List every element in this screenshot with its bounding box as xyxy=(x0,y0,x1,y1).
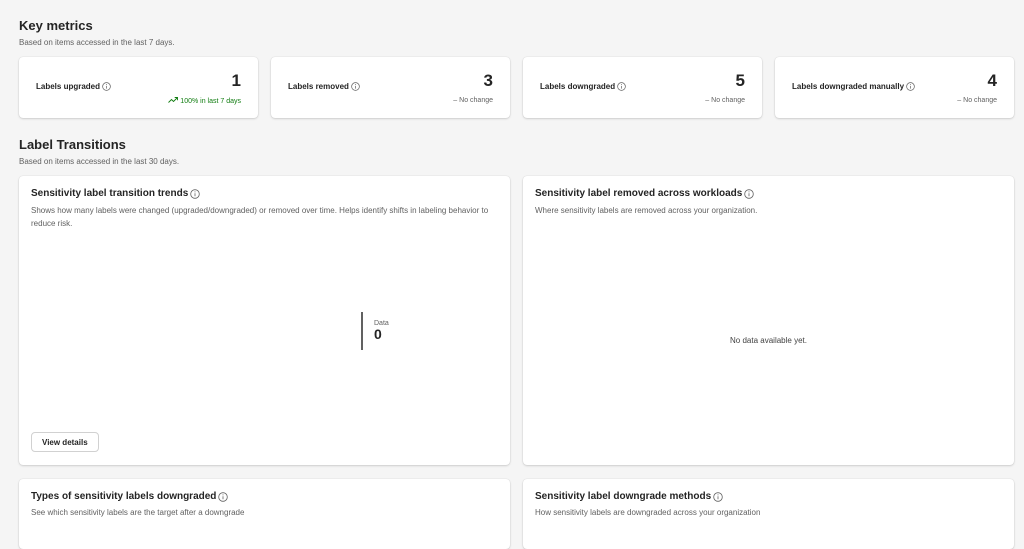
info-icon[interactable] xyxy=(102,82,111,91)
metric-card-labels-downgraded: Labels downgraded 5 – No change xyxy=(523,57,762,118)
metric-trend-text: No change xyxy=(459,97,493,104)
chart-readout-value: 0 xyxy=(374,326,382,342)
panel-title-text: Types of sensitivity labels downgraded xyxy=(31,491,217,502)
downgrade-methods-panel: Sensitivity label downgrade methods How … xyxy=(523,479,1014,549)
metric-value: 3 xyxy=(483,71,493,90)
metric-card-labels-downgraded-manually: Labels downgraded manually 4 – No change xyxy=(775,57,1014,118)
dash-icon: – xyxy=(957,97,962,104)
info-icon[interactable] xyxy=(218,491,229,502)
panel-description: Where sensitivity labels are removed acr… xyxy=(535,206,758,215)
panel-title-text: Sensitivity label downgrade methods xyxy=(535,491,712,502)
key-metrics-title: Key metrics xyxy=(19,18,93,33)
metric-label: Labels downgraded manually xyxy=(792,82,905,91)
label-transitions-subtitle: Based on items accessed in the last 30 d… xyxy=(19,157,180,166)
metric-trend-text: No change xyxy=(963,97,997,104)
metric-label: Labels downgraded xyxy=(540,82,616,91)
metric-card-labels-upgraded: Labels upgraded 1 100% in last 7 days xyxy=(19,57,258,118)
types-downgraded-panel: Types of sensitivity labels downgraded S… xyxy=(19,479,510,549)
empty-state-message: No data available yet. xyxy=(730,336,807,345)
panel-title-text: Sensitivity label removed across workloa… xyxy=(535,188,743,199)
metric-value: 1 xyxy=(231,71,241,90)
info-icon[interactable] xyxy=(906,82,915,91)
info-icon[interactable] xyxy=(190,188,200,199)
metric-label-wrap: Labels downgraded manually xyxy=(792,82,915,91)
view-details-button[interactable]: View details xyxy=(31,432,99,452)
dash-icon: – xyxy=(453,97,458,104)
panel-description: How sensitivity labels are downgraded ac… xyxy=(535,508,761,517)
info-icon[interactable] xyxy=(351,82,360,91)
metric-trend: 100% in last 7 days xyxy=(168,97,241,105)
label-transitions-title: Label Transitions xyxy=(19,137,126,152)
panel-description: See which sensitivity labels are the tar… xyxy=(31,508,245,517)
metric-trend: – No change xyxy=(705,97,745,104)
metric-trend: – No change xyxy=(957,97,997,104)
info-icon[interactable] xyxy=(744,188,755,199)
panel-title: Sensitivity label downgrade methods xyxy=(535,491,723,502)
chart-readout: Data 0 xyxy=(361,312,389,350)
arrow-trending-up-icon xyxy=(168,97,179,105)
metric-value: 4 xyxy=(987,71,997,90)
metric-trend-text: 100% in last 7 days xyxy=(180,97,241,105)
dash-icon: – xyxy=(705,97,710,104)
metric-card-labels-removed: Labels removed 3 – No change xyxy=(271,57,510,118)
metric-label: Labels upgraded xyxy=(36,82,101,91)
metric-trend-text: No change xyxy=(711,97,745,104)
metric-label: Labels removed xyxy=(288,82,349,91)
panel-title: Sensitivity label transition trends xyxy=(31,188,200,199)
metric-label-wrap: Labels downgraded xyxy=(540,82,626,91)
panel-title: Sensitivity label removed across workloa… xyxy=(535,188,755,199)
panel-description: Shows how many labels were changed (upgr… xyxy=(31,206,489,228)
metric-label-wrap: Labels removed xyxy=(288,82,360,91)
metric-trend: – No change xyxy=(453,97,493,104)
key-metrics-subtitle: Based on items accessed in the last 7 da… xyxy=(19,38,175,47)
info-icon[interactable] xyxy=(713,491,723,502)
metric-label-wrap: Labels upgraded xyxy=(36,82,111,91)
panel-title: Types of sensitivity labels downgraded xyxy=(31,491,229,502)
panel-title-text: Sensitivity label transition trends xyxy=(31,188,189,199)
label-removed-workloads-panel: Sensitivity label removed across workloa… xyxy=(523,176,1014,465)
info-icon[interactable] xyxy=(617,82,626,91)
transition-trends-panel: Sensitivity label transition trends Show… xyxy=(19,176,510,465)
metric-value: 5 xyxy=(735,71,745,90)
